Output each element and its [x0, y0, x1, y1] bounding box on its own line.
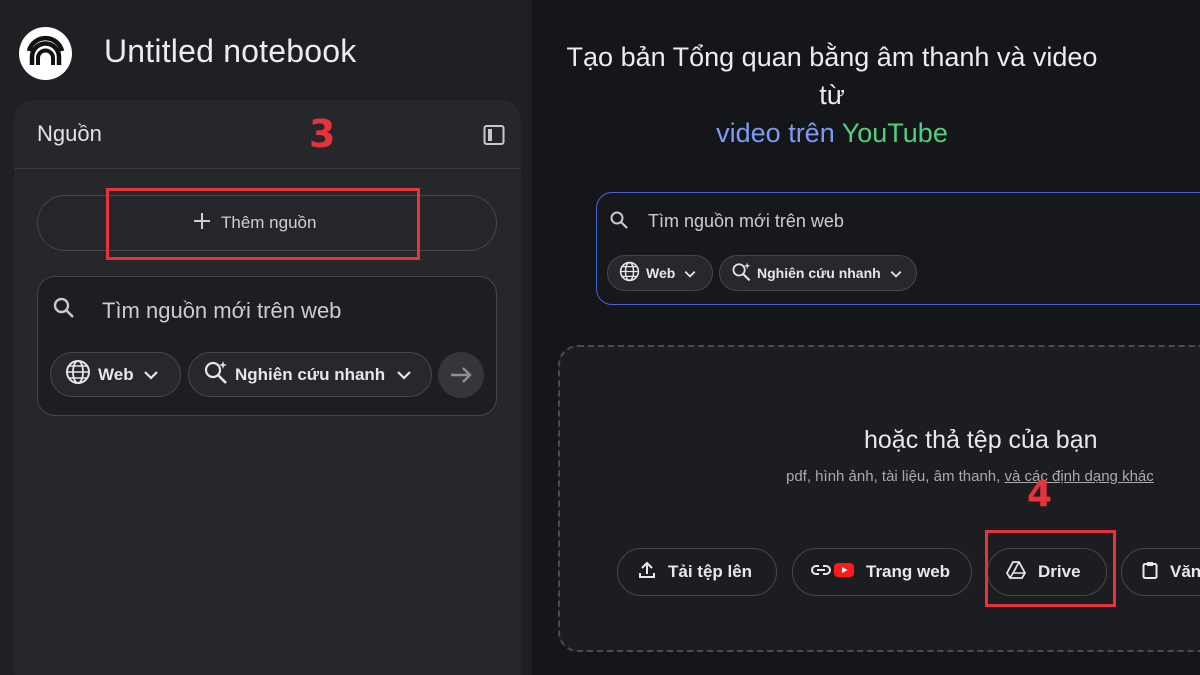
- website-label: Trang web: [866, 562, 951, 581]
- chevron-down-icon: [890, 265, 902, 281]
- chevron-down-icon: [684, 265, 696, 281]
- chevron-down-icon: [397, 365, 411, 385]
- website-source-button[interactable]: Trang web: [792, 548, 972, 596]
- sources-panel-title: Nguồn: [37, 121, 102, 146]
- heading-video-text: video trên: [716, 118, 835, 148]
- web-chip-label: Web: [98, 364, 134, 384]
- search-input[interactable]: Tìm nguồn mới trên web: [102, 298, 341, 324]
- paste-text-button[interactable]: Văn: [1121, 548, 1200, 596]
- heading-line-1: Tạo bản Tổng quan bằng âm thanh và video: [566, 42, 1098, 72]
- clipboard-icon: [1142, 561, 1158, 584]
- paste-text-label: Văn: [1170, 562, 1200, 581]
- notebooklm-logo-icon[interactable]: [19, 27, 72, 80]
- link-icon: [811, 562, 831, 582]
- upload-label: Tải tệp lên: [668, 562, 753, 581]
- panel-divider: [14, 168, 521, 169]
- step-number-annotation: 3: [309, 112, 336, 156]
- upload-file-button[interactable]: Tải tệp lên: [617, 548, 777, 596]
- arrow-right-icon: [451, 367, 472, 383]
- heading-youtube-text: YouTube: [841, 118, 948, 148]
- web-source-chip[interactable]: Web: [50, 352, 181, 397]
- search-icon: [52, 296, 76, 320]
- sparkle-search-icon: [203, 359, 229, 390]
- highlight-box-drive: [985, 530, 1116, 607]
- search-input-main[interactable]: Tìm nguồn mới trên web: [648, 211, 844, 232]
- collapse-panel-icon[interactable]: [483, 124, 505, 146]
- heading-line-3: video trên YouTube: [532, 114, 1132, 152]
- submit-search-button[interactable]: [438, 352, 484, 398]
- chevron-down-icon: [143, 365, 158, 385]
- overview-heading: Tạo bản Tổng quan bằng âm thanh và video…: [532, 38, 1132, 152]
- upload-icon: [638, 561, 656, 584]
- search-icon: [609, 210, 629, 230]
- research-mode-chip[interactable]: Nghiên cứu nhanh: [188, 352, 432, 397]
- web-source-chip-main[interactable]: Web: [607, 255, 713, 291]
- notebook-title[interactable]: Untitled notebook: [104, 33, 356, 70]
- research-mode-chip-main[interactable]: Nghiên cứu nhanh: [719, 255, 917, 291]
- youtube-icon: [834, 562, 854, 582]
- highlight-box-add-source: [106, 188, 420, 260]
- globe-icon: [619, 261, 640, 285]
- heading-line-2: từ: [819, 80, 845, 110]
- globe-icon: [65, 359, 91, 390]
- research-chip-label: Nghiên cứu nhanh: [235, 364, 386, 384]
- step-number-annotation: 4: [1027, 474, 1053, 515]
- research-chip-label: Nghiên cứu nhanh: [757, 265, 881, 281]
- sparkle-search-icon: [731, 261, 752, 285]
- web-chip-label: Web: [646, 265, 676, 281]
- drop-zone-title: hoặc thả tệp của bạn: [864, 426, 1098, 454]
- drop-zone-subtitle: pdf, hình ảnh, tài liệu, âm thanh, và cá…: [786, 468, 1154, 485]
